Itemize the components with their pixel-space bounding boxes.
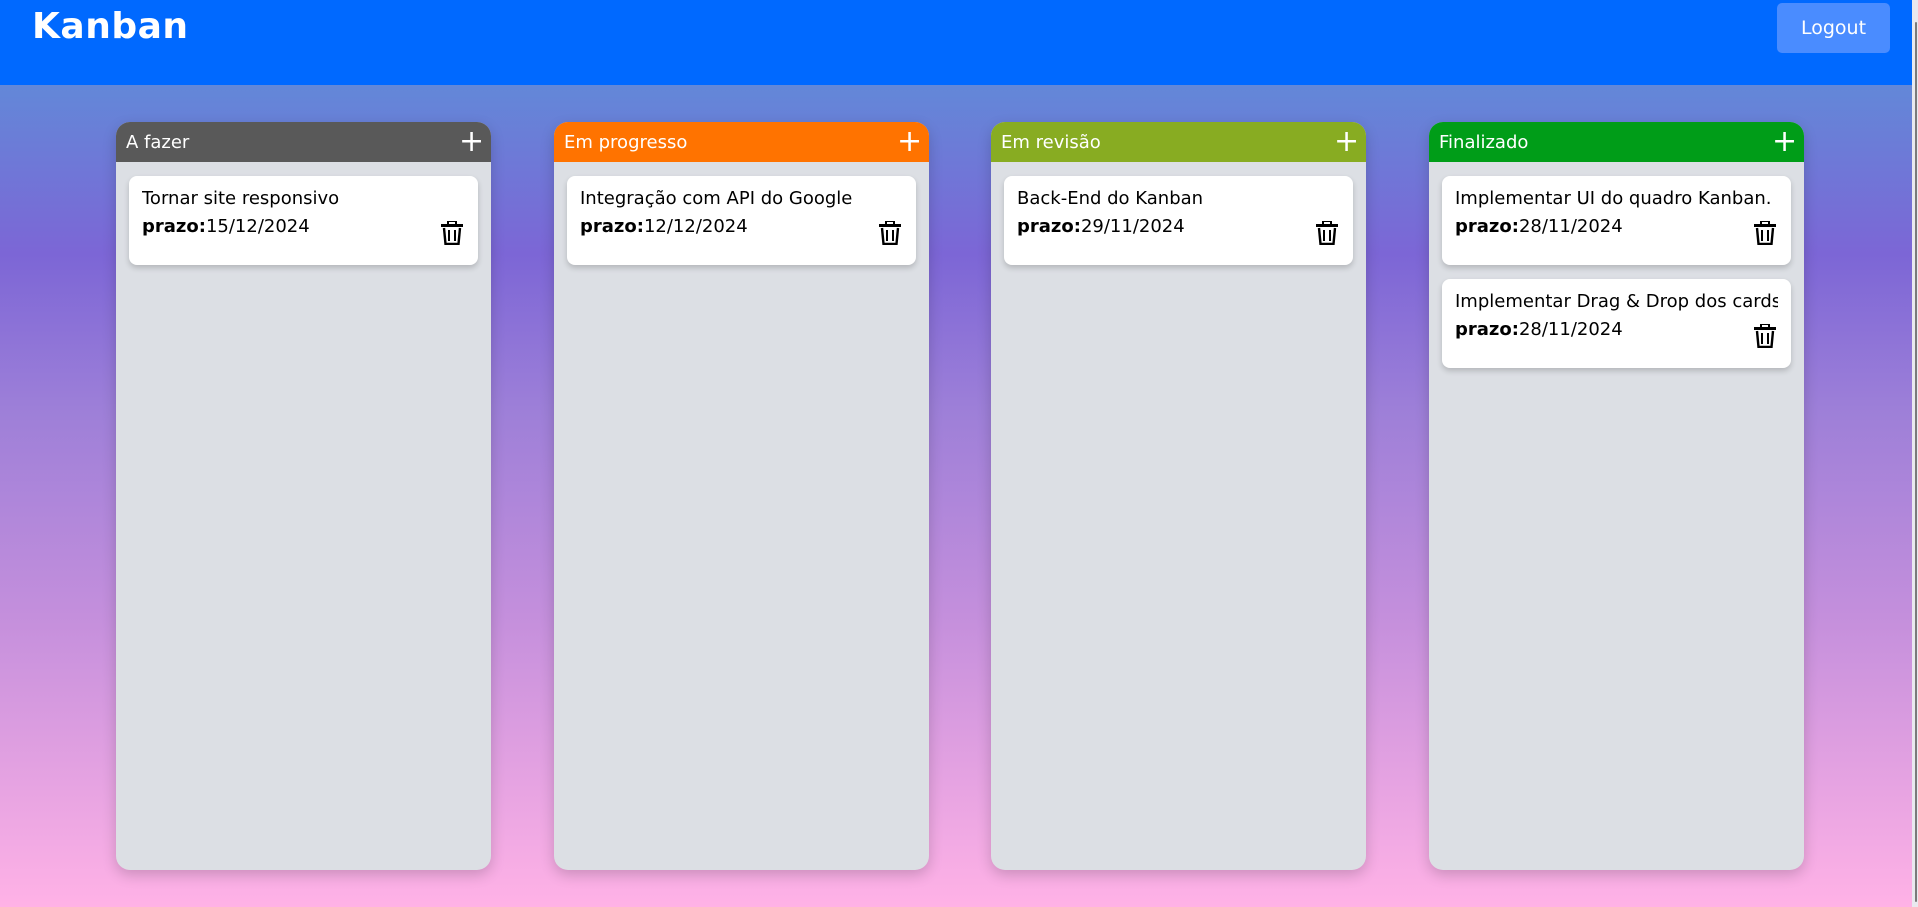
- card-title: Implementar UI do quadro Kanban.: [1455, 188, 1772, 209]
- column-title: Em revisão: [1001, 131, 1101, 153]
- scrollbar-thumb[interactable]: [1915, 22, 1917, 902]
- due-label: prazo:: [1455, 216, 1519, 237]
- column-todo: A fazer + Tornar site responsivo prazo:1…: [116, 122, 491, 870]
- plus-icon[interactable]: +: [1334, 127, 1359, 157]
- task-card[interactable]: Back-End do Kanban prazo:29/11/2024: [1004, 176, 1353, 265]
- due-date-value: 12/12/2024: [643, 216, 748, 237]
- card-list: Back-End do Kanban prazo:29/11/2024: [991, 162, 1366, 265]
- app-title: Kanban: [32, 6, 189, 47]
- column-in-progress: Em progresso + Integração com API do Goo…: [554, 122, 929, 870]
- due-date-value: 28/11/2024: [1518, 319, 1623, 340]
- column-title: A fazer: [126, 131, 190, 153]
- card-due-date: prazo:28/11/2024: [1455, 319, 1778, 340]
- logout-button[interactable]: Logout: [1777, 3, 1890, 53]
- plus-icon[interactable]: +: [897, 127, 922, 157]
- card-title: Implementar Drag & Drop dos cards: [1455, 291, 1778, 312]
- card-due-date: prazo:29/11/2024: [1017, 216, 1340, 237]
- column-header: Finalizado +: [1429, 122, 1804, 162]
- due-date-value: 29/11/2024: [1080, 216, 1185, 237]
- due-date-value: 15/12/2024: [205, 216, 310, 237]
- due-label: prazo:: [1455, 319, 1519, 340]
- task-card[interactable]: Implementar Drag & Drop dos cards prazo:…: [1442, 279, 1791, 368]
- trash-icon[interactable]: [1316, 221, 1338, 245]
- task-card[interactable]: Tornar site responsivo prazo:15/12/2024: [129, 176, 478, 265]
- card-list: Integração com API do Google prazo:12/12…: [554, 162, 929, 265]
- column-review: Em revisão + Back-End do Kanban prazo:29…: [991, 122, 1366, 870]
- due-label: prazo:: [142, 216, 206, 237]
- trash-icon[interactable]: [1754, 324, 1776, 348]
- due-label: prazo:: [580, 216, 644, 237]
- card-due-date: prazo:15/12/2024: [142, 216, 465, 237]
- due-date-value: 28/11/2024: [1518, 216, 1623, 237]
- column-title: Em progresso: [564, 131, 688, 153]
- card-title: Back-End do Kanban: [1017, 188, 1204, 209]
- due-label: prazo:: [1017, 216, 1081, 237]
- task-card[interactable]: Integração com API do Google prazo:12/12…: [567, 176, 916, 265]
- card-list: Tornar site responsivo prazo:15/12/2024: [116, 162, 491, 265]
- task-card[interactable]: Implementar UI do quadro Kanban. prazo:2…: [1442, 176, 1791, 265]
- column-done: Finalizado + Implementar UI do quadro Ka…: [1429, 122, 1804, 870]
- top-bar: Kanban Logout: [0, 0, 1918, 85]
- plus-icon[interactable]: +: [459, 127, 484, 157]
- column-header: Em revisão +: [991, 122, 1366, 162]
- column-header: Em progresso +: [554, 122, 929, 162]
- plus-icon[interactable]: +: [1772, 127, 1797, 157]
- card-list: Implementar UI do quadro Kanban. prazo:2…: [1429, 162, 1804, 368]
- trash-icon[interactable]: [441, 221, 463, 245]
- column-header: A fazer +: [116, 122, 491, 162]
- trash-icon[interactable]: [1754, 221, 1776, 245]
- card-due-date: prazo:12/12/2024: [580, 216, 903, 237]
- card-due-date: prazo:28/11/2024: [1455, 216, 1778, 237]
- card-title: Tornar site responsivo: [142, 188, 340, 209]
- page-scrollbar[interactable]: [1912, 0, 1918, 907]
- column-title: Finalizado: [1439, 131, 1529, 153]
- trash-icon[interactable]: [879, 221, 901, 245]
- card-title: Integração com API do Google: [580, 188, 853, 209]
